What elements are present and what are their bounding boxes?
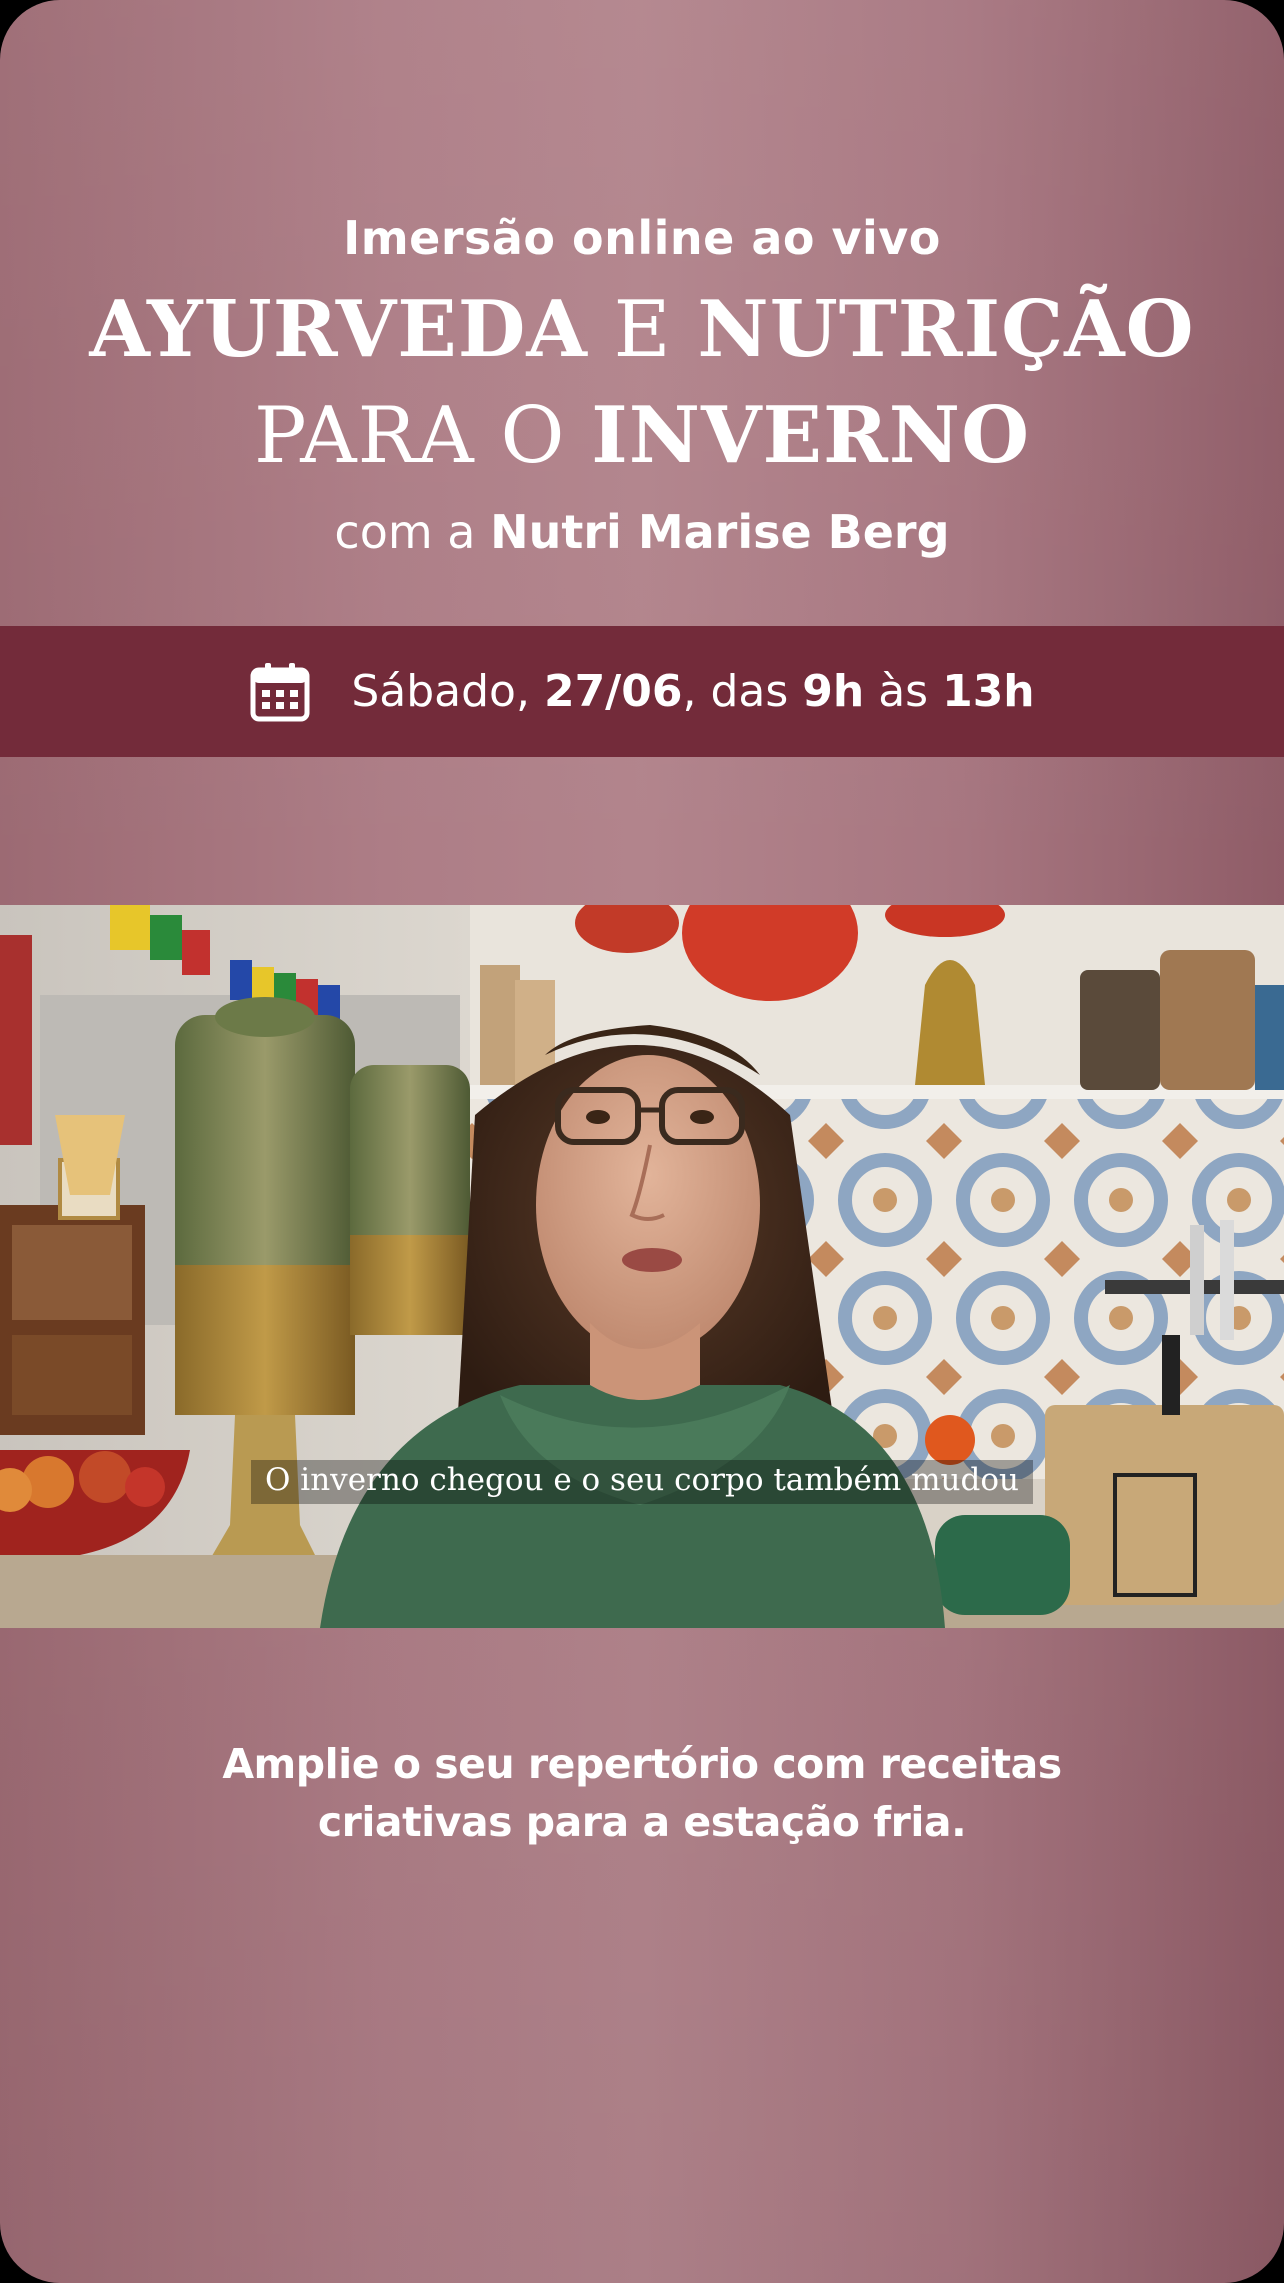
host-name: Nutri Marise Berg — [490, 505, 950, 559]
title-word-ayurveda: AYURVEDA — [89, 284, 588, 375]
time-start: 9h — [802, 666, 865, 717]
title-word-para-o: PARA O — [253, 391, 592, 481]
date-between: , das — [682, 666, 803, 717]
date-band: Sábado, 27/06, das 9h às 13h — [0, 626, 1284, 757]
video-frame-illustration — [0, 905, 1284, 1628]
title-word-nutricao: NUTRIÇÃO — [697, 284, 1195, 375]
event-date-text: Sábado, 27/06, das 9h às 13h — [351, 666, 1034, 717]
event-subtitle: Imersão online ao vivo — [343, 211, 941, 265]
promo-text: Amplie o seu repertório com receitas cri… — [0, 1735, 1284, 1851]
title-word-e: E — [587, 285, 698, 375]
date-day: Sábado, — [351, 666, 544, 717]
time-end: 13h — [942, 666, 1035, 717]
story-frame: Imersão online ao vivo AYURVEDA E NUTRIÇ… — [0, 0, 1284, 2283]
video-caption: O inverno chegou e o seu corpo também mu… — [0, 1460, 1284, 1504]
date-value: 27/06 — [543, 666, 683, 717]
event-title-line-2: PARA O INVERNO — [0, 397, 1284, 476]
host-line: com a Nutri Marise Berg — [0, 509, 1284, 555]
video-player[interactable] — [0, 905, 1284, 1628]
host-prefix: com a — [334, 505, 491, 559]
promo-line-2: criativas para a estação fria. — [317, 1798, 967, 1846]
promo-line-1: Amplie o seu repertório com receitas — [222, 1740, 1062, 1788]
title-word-inverno: INVERNO — [591, 390, 1031, 481]
video-caption-text: O inverno chegou e o seu corpo também mu… — [251, 1460, 1033, 1504]
event-title-line-1: AYURVEDA E NUTRIÇÃO — [0, 291, 1284, 370]
time-mid: às — [864, 666, 943, 717]
calendar-icon — [249, 661, 311, 723]
event-header: Imersão online ao vivo AYURVEDA E NUTRIÇ… — [0, 215, 1284, 555]
date-content: Sábado, 27/06, das 9h às 13h — [249, 661, 1035, 723]
